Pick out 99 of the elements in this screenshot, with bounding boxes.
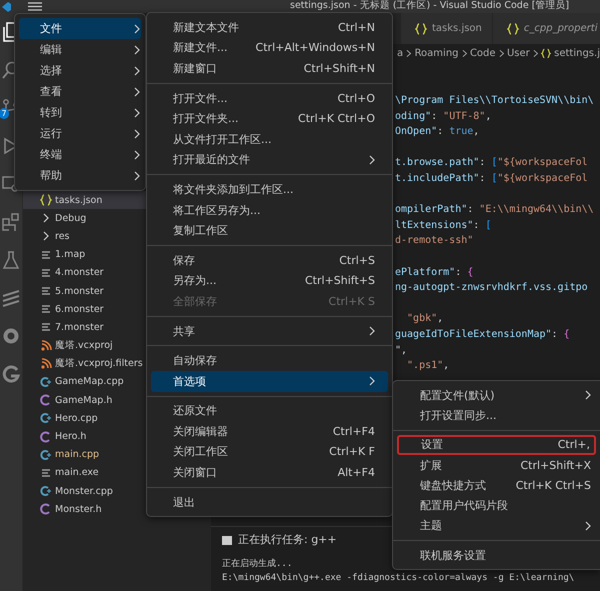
- chevron-right-icon: [134, 108, 140, 118]
- code-line: t.browse.path": ["${workspaceFol: [395, 156, 589, 170]
- breadcrumb-item[interactable]: Roaming: [414, 48, 459, 58]
- editor-tab[interactable]: c_cpp_properti: [492, 13, 600, 44]
- menu-icon[interactable]: [28, 2, 42, 11]
- menu-item[interactable]: 打开最近的文件: [151, 150, 388, 170]
- chevron-right-icon: [462, 48, 467, 58]
- menu-item[interactable]: 设置 Ctrl+,: [397, 434, 596, 455]
- chevron-right-icon: [498, 48, 504, 58]
- waves-icon: [2, 289, 20, 307]
- code-line: ePlatform": {: [395, 266, 474, 280]
- code-line: ".ps1",: [406, 359, 450, 374]
- chevron-right-icon: [585, 520, 591, 531]
- menu-item[interactable]: 转到: [19, 102, 141, 123]
- chevron-right-icon: [134, 44, 140, 54]
- chevron-right-icon: [134, 24, 140, 34]
- breadcrumb-item[interactable]: a: [397, 48, 404, 58]
- code-line: d-remote-ssh": [395, 234, 474, 248]
- breadcrumb-item[interactable]: Code: [470, 48, 496, 58]
- menu-item[interactable]: 打开设置同步...: [397, 405, 596, 426]
- menu-item[interactable]: 新建窗口 Ctrl+Shift+N: [151, 58, 388, 79]
- menu-item[interactable]: 新建文件... Ctrl+Alt+Windows+N: [151, 38, 388, 58]
- chevron-right-icon: [532, 48, 538, 58]
- menu-item[interactable]: 关闭窗口 Alt+F4: [151, 462, 388, 483]
- braces-icon: [40, 194, 52, 206]
- menu-item[interactable]: 新建文本文件 Ctrl+N: [151, 17, 388, 38]
- c-letter-icon: [40, 503, 52, 516]
- chevron-right-icon: [369, 326, 375, 336]
- menu-item[interactable]: 退出: [151, 492, 388, 512]
- code-line: t.includePath": ["${workspaceFol: [395, 172, 589, 186]
- text-lines-icon: [40, 466, 52, 479]
- menu-item[interactable]: 主题: [397, 516, 596, 536]
- code-line: guageIdToFileExtensionMap": {: [395, 328, 571, 342]
- c-letter-icon: [40, 430, 52, 443]
- chevron-right-icon: [369, 376, 375, 386]
- chevron-right-icon: [134, 170, 140, 180]
- menu-item[interactable]: 选择: [19, 60, 141, 81]
- menu-item[interactable]: 复制工作区: [151, 220, 388, 241]
- menu-item[interactable]: 打开文件... Ctrl+O: [151, 88, 388, 108]
- menu-item[interactable]: 编辑: [19, 39, 141, 60]
- terminal-line: 正在启动生成...: [222, 558, 292, 571]
- text-lines-icon: [40, 303, 52, 316]
- menu-item[interactable]: 打开文件夹... Ctrl+K Ctrl+O: [151, 108, 388, 129]
- terminal-line: 正在执行任务: g++: [238, 533, 337, 547]
- braces-icon: [506, 22, 519, 34]
- code-line: ompilerPath": "E:\\mingw64\\bin\\: [395, 203, 595, 218]
- chevron-right-icon: [134, 150, 140, 160]
- text-lines-icon: [40, 266, 52, 279]
- chevron-right-icon: [134, 66, 140, 76]
- c-plus-icon: [40, 448, 52, 461]
- menu-item[interactable]: 运行: [19, 123, 141, 144]
- rss-icon: [40, 340, 52, 352]
- menu-item[interactable]: 关闭工作区 Ctrl+K F: [151, 442, 388, 462]
- menu-item[interactable]: 键盘快捷方式 Ctrl+K Ctrl+S: [397, 475, 596, 496]
- terminal-line: E:\mingw64\bin\g++.exe -fdiagnostics-color=always -g E:\learning\: [222, 572, 574, 585]
- text-lines-icon: [40, 321, 52, 334]
- chevron-right-icon: [134, 128, 140, 138]
- braces-icon: [541, 48, 552, 58]
- menu-item[interactable]: 查看: [19, 81, 141, 102]
- menu-item[interactable]: 帮助: [19, 165, 141, 186]
- menu-item[interactable]: 从文件打开工作区...: [151, 128, 388, 150]
- chevron-right-icon: [406, 48, 412, 58]
- menu-item[interactable]: 配置文件(默认): [397, 385, 596, 406]
- chevron-right-icon: [369, 154, 375, 165]
- c-plus-icon: [40, 376, 52, 388]
- menu-item[interactable]: 文件: [19, 18, 141, 39]
- breadcrumb-item[interactable]: settings.j: [554, 48, 600, 58]
- code-line: ng-autogpt-znwsrvhdkrf.vss.gitpo: [395, 281, 589, 296]
- window-title: settings.json - 无标题 (工作区) - Visual Studio Code [管理员]: [290, 0, 570, 12]
- count-badge: 7: [0, 108, 9, 119]
- menu-item[interactable]: 联机服务设置: [397, 545, 596, 566]
- code-line: oding": "UTF-8",: [395, 110, 492, 124]
- rss-icon: [40, 358, 52, 370]
- menu-item[interactable]: 保存 Ctrl+S: [151, 250, 388, 271]
- menu-item[interactable]: 关闭编辑器 Ctrl+F4: [151, 421, 388, 442]
- breadcrumb-item[interactable]: User: [506, 48, 530, 58]
- flask-icon: [2, 251, 20, 269]
- menu-item[interactable]: 配置用户代码片段: [397, 495, 596, 516]
- chevron-right-icon: [585, 390, 591, 400]
- c-plus-icon: [40, 485, 52, 498]
- editor-tab[interactable]: tasks.json: [401, 13, 493, 44]
- code-line: \Program Files\\TortoiseSVN\\bin\: [395, 94, 595, 108]
- code-line: "gbk",: [406, 312, 444, 326]
- braces-icon: [415, 22, 427, 34]
- menu-item[interactable]: 首选项: [151, 370, 388, 392]
- chevron-right-icon: [134, 86, 140, 96]
- menu-item[interactable]: 终端: [19, 144, 141, 165]
- code-line: OnOpen": true,: [395, 125, 480, 140]
- text-lines-icon: [40, 248, 52, 261]
- c-plus-icon: [40, 412, 52, 424]
- extensions-icon: [2, 213, 20, 231]
- menu-item[interactable]: 还原文件: [151, 400, 388, 422]
- code-line: ",: [395, 344, 408, 358]
- code-line: ltExtensions": [: [395, 218, 492, 233]
- menu-item[interactable]: 另存为... Ctrl+Shift+S: [151, 270, 388, 292]
- menu-item[interactable]: 扩展 Ctrl+Shift+X: [397, 454, 596, 476]
- square-icon: [222, 536, 232, 544]
- text-lines-icon: [40, 285, 52, 298]
- c-letter-icon: [40, 394, 52, 406]
